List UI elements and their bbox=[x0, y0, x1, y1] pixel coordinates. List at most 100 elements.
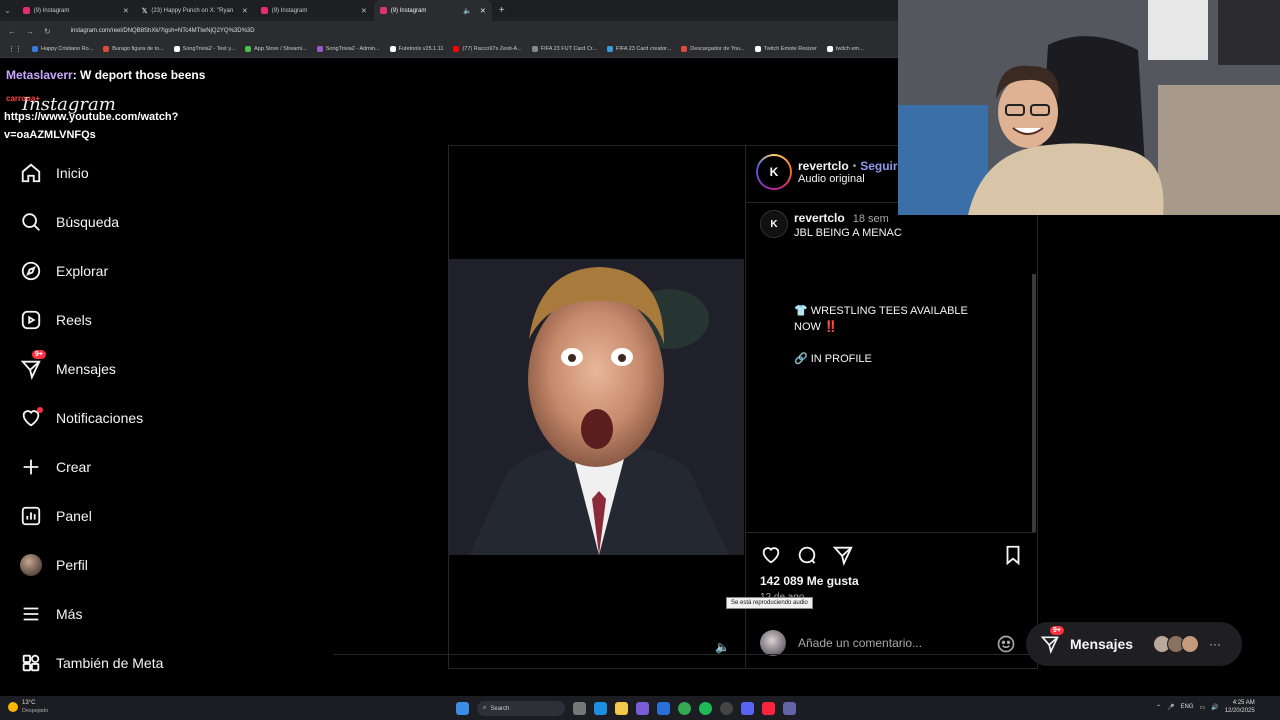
sidebar-item-label: También de Meta bbox=[56, 655, 164, 671]
weather-widget[interactable]: 13°C Despejado bbox=[8, 699, 48, 715]
bookmark-favicon-icon bbox=[826, 46, 833, 52]
plus-icon bbox=[23, 459, 39, 475]
search-icon bbox=[22, 213, 40, 231]
bookmark-favicon-icon bbox=[245, 46, 252, 52]
messages-pill[interactable]: 9+ Mensajes ··· bbox=[1026, 622, 1242, 666]
sidebar-item-label: Crear bbox=[56, 459, 92, 475]
stream-chat-message: Metaslaverr: W deport those beens bbox=[6, 68, 205, 82]
file-explorer-icon[interactable] bbox=[615, 702, 628, 715]
follow-button[interactable]: Seguir bbox=[860, 159, 897, 173]
windows-start-icon[interactable] bbox=[456, 702, 469, 715]
spotify-icon[interactable] bbox=[699, 702, 712, 715]
music-icon[interactable] bbox=[762, 702, 775, 715]
new-tab-icon[interactable]: + bbox=[499, 5, 505, 16]
bookmark-item[interactable]: Twitch Emote Resizer bbox=[754, 46, 817, 52]
browser-tab[interactable]: 𝕏 (23) Happy Punch on X: "Ryan ✕ bbox=[136, 0, 254, 21]
caption-avatar[interactable]: K bbox=[760, 210, 788, 238]
recent-chats-avatars bbox=[1153, 635, 1200, 653]
bookmark-label: twitch em... bbox=[835, 46, 864, 52]
apps-icon[interactable]: ⋮⋮ bbox=[8, 45, 22, 53]
app-icon[interactable] bbox=[720, 702, 733, 715]
tab-label: (9) Instagram bbox=[33, 7, 70, 14]
sidebar-item-crear[interactable]: Crear bbox=[20, 456, 91, 478]
sidebar-item-panel[interactable]: Panel bbox=[20, 505, 92, 527]
x-favicon-icon: 𝕏 bbox=[141, 7, 148, 15]
sidebar-item-perfil[interactable]: Perfil bbox=[20, 554, 88, 576]
bookmark-item[interactable]: App Store / Streami... bbox=[245, 46, 307, 52]
microphone-icon[interactable]: 🎤 bbox=[1167, 704, 1174, 711]
teams-icon[interactable] bbox=[783, 702, 796, 715]
sidebar-item-notificaciones[interactable]: Notificaciones bbox=[20, 407, 143, 429]
app-icon[interactable] bbox=[657, 702, 670, 715]
avatar bbox=[760, 630, 786, 656]
reel-video[interactable]: 🔈 bbox=[449, 146, 744, 668]
bookmark-item[interactable]: (77) Racco97s Zesti-A... bbox=[453, 46, 522, 52]
bookmark-item[interactable]: SongTrivia2 - Test y... bbox=[173, 46, 235, 52]
bookmark-item[interactable]: Futetools v25.1.11 bbox=[389, 46, 443, 52]
edge-icon[interactable] bbox=[594, 702, 607, 715]
sidebar-item-label: Mensajes bbox=[56, 361, 116, 377]
reload-icon[interactable]: ↻ bbox=[44, 27, 51, 36]
bookmark-favicon-icon bbox=[606, 46, 613, 52]
url-input[interactable]: instagram.com/reel/DNQB8ShXk/?igsh=NTc4M… bbox=[71, 28, 255, 34]
bookmark-label: (77) Racco97s Zesti-A... bbox=[462, 46, 522, 52]
close-tab-icon[interactable]: ✕ bbox=[123, 7, 129, 15]
audio-playing-icon[interactable]: 🔈 bbox=[715, 640, 730, 654]
tab-list-chevron-icon[interactable]: ⌄ bbox=[4, 6, 11, 15]
sidebar-item-reels[interactable]: Reels bbox=[20, 309, 92, 331]
emoji-icon[interactable] bbox=[996, 634, 1016, 654]
bookmark-item[interactable]: FIFA 23 FUT Card Cr... bbox=[531, 46, 597, 52]
taskbar-search[interactable]: ⌕ Search bbox=[477, 701, 565, 716]
task-view-icon[interactable] bbox=[573, 702, 586, 715]
chevron-up-icon[interactable]: ⌃ bbox=[1156, 704, 1161, 711]
close-tab-icon[interactable]: ✕ bbox=[242, 7, 248, 15]
caption-time: 18 sem bbox=[852, 213, 889, 225]
post-username[interactable]: revertclo bbox=[798, 159, 849, 173]
sidebar-item-label: Búsqueda bbox=[56, 214, 120, 230]
sidebar-item-busqueda[interactable]: Búsqueda bbox=[20, 211, 119, 233]
close-tab-icon[interactable]: ✕ bbox=[480, 7, 486, 15]
speaker-icon[interactable]: 🔈 bbox=[463, 7, 472, 15]
chat-link-message: https://www.youtube.com/watch?v=oaAZMLVN… bbox=[4, 111, 179, 141]
browser-tab[interactable]: (9) Instagram ✕ bbox=[17, 0, 135, 21]
bookmark-item[interactable]: Happy Cristiano Ro... bbox=[32, 46, 93, 52]
weather-temp: 13°C bbox=[22, 700, 36, 706]
sidebar-item-inicio[interactable]: Inicio bbox=[20, 162, 89, 184]
back-icon[interactable]: ← bbox=[8, 27, 16, 36]
caption-username[interactable]: revertclo bbox=[794, 211, 845, 225]
chat-badge: carroua+ bbox=[6, 94, 41, 103]
browser-tab-active[interactable]: (9) Instagram 🔈 ✕ bbox=[373, 0, 492, 21]
bookmark-item[interactable]: FIFA 23 Card creator... bbox=[606, 46, 671, 52]
browser-tab[interactable]: (9) Instagram ✕ bbox=[255, 0, 373, 21]
likes-count[interactable]: 142 089 Me gusta bbox=[760, 574, 859, 588]
sidebar-item-mas[interactable]: Más bbox=[20, 603, 82, 625]
menu-icon bbox=[23, 607, 39, 621]
profile-avatar[interactable]: K bbox=[756, 154, 792, 190]
more-icon: ··· bbox=[1209, 637, 1222, 651]
bookmark-icon[interactable] bbox=[1002, 544, 1024, 566]
app-icon[interactable] bbox=[636, 702, 649, 715]
chrome-icon[interactable] bbox=[678, 702, 691, 715]
sidebar-item-tambien-de-meta[interactable]: También de Meta bbox=[20, 652, 163, 674]
share-icon[interactable] bbox=[832, 544, 854, 566]
audio-label[interactable]: Audio original bbox=[798, 173, 898, 185]
caption-scrollbar[interactable] bbox=[1032, 274, 1036, 532]
comment-input[interactable]: Añade un comentario... bbox=[798, 636, 922, 650]
volume-icon[interactable]: 🔊 bbox=[1211, 704, 1218, 711]
sidebar-item-mensajes[interactable]: 9+ Mensajes bbox=[20, 350, 116, 380]
sidebar-item-explorar[interactable]: Explorar bbox=[20, 260, 108, 282]
network-icon[interactable]: ▭ bbox=[1200, 704, 1206, 711]
bookmark-favicon-icon bbox=[103, 46, 110, 52]
discord-icon[interactable] bbox=[741, 702, 754, 715]
lang-indicator[interactable]: ENG bbox=[1181, 704, 1194, 710]
clock[interactable]: 4:25 AM 12/20/2025 bbox=[1225, 699, 1255, 715]
comment-icon[interactable] bbox=[796, 544, 818, 566]
sidebar-item-label: Panel bbox=[56, 508, 92, 524]
bookmark-item[interactable]: Burago figura de to... bbox=[103, 46, 164, 52]
bookmark-item[interactable]: Descargador de You... bbox=[681, 46, 745, 52]
bookmark-item[interactable]: SongTrivia2 - Admin... bbox=[316, 46, 380, 52]
bookmark-item[interactable]: twitch em... bbox=[826, 46, 864, 52]
forward-icon[interactable]: → bbox=[26, 27, 34, 36]
close-tab-icon[interactable]: ✕ bbox=[361, 7, 367, 15]
like-heart-icon[interactable] bbox=[760, 544, 782, 566]
